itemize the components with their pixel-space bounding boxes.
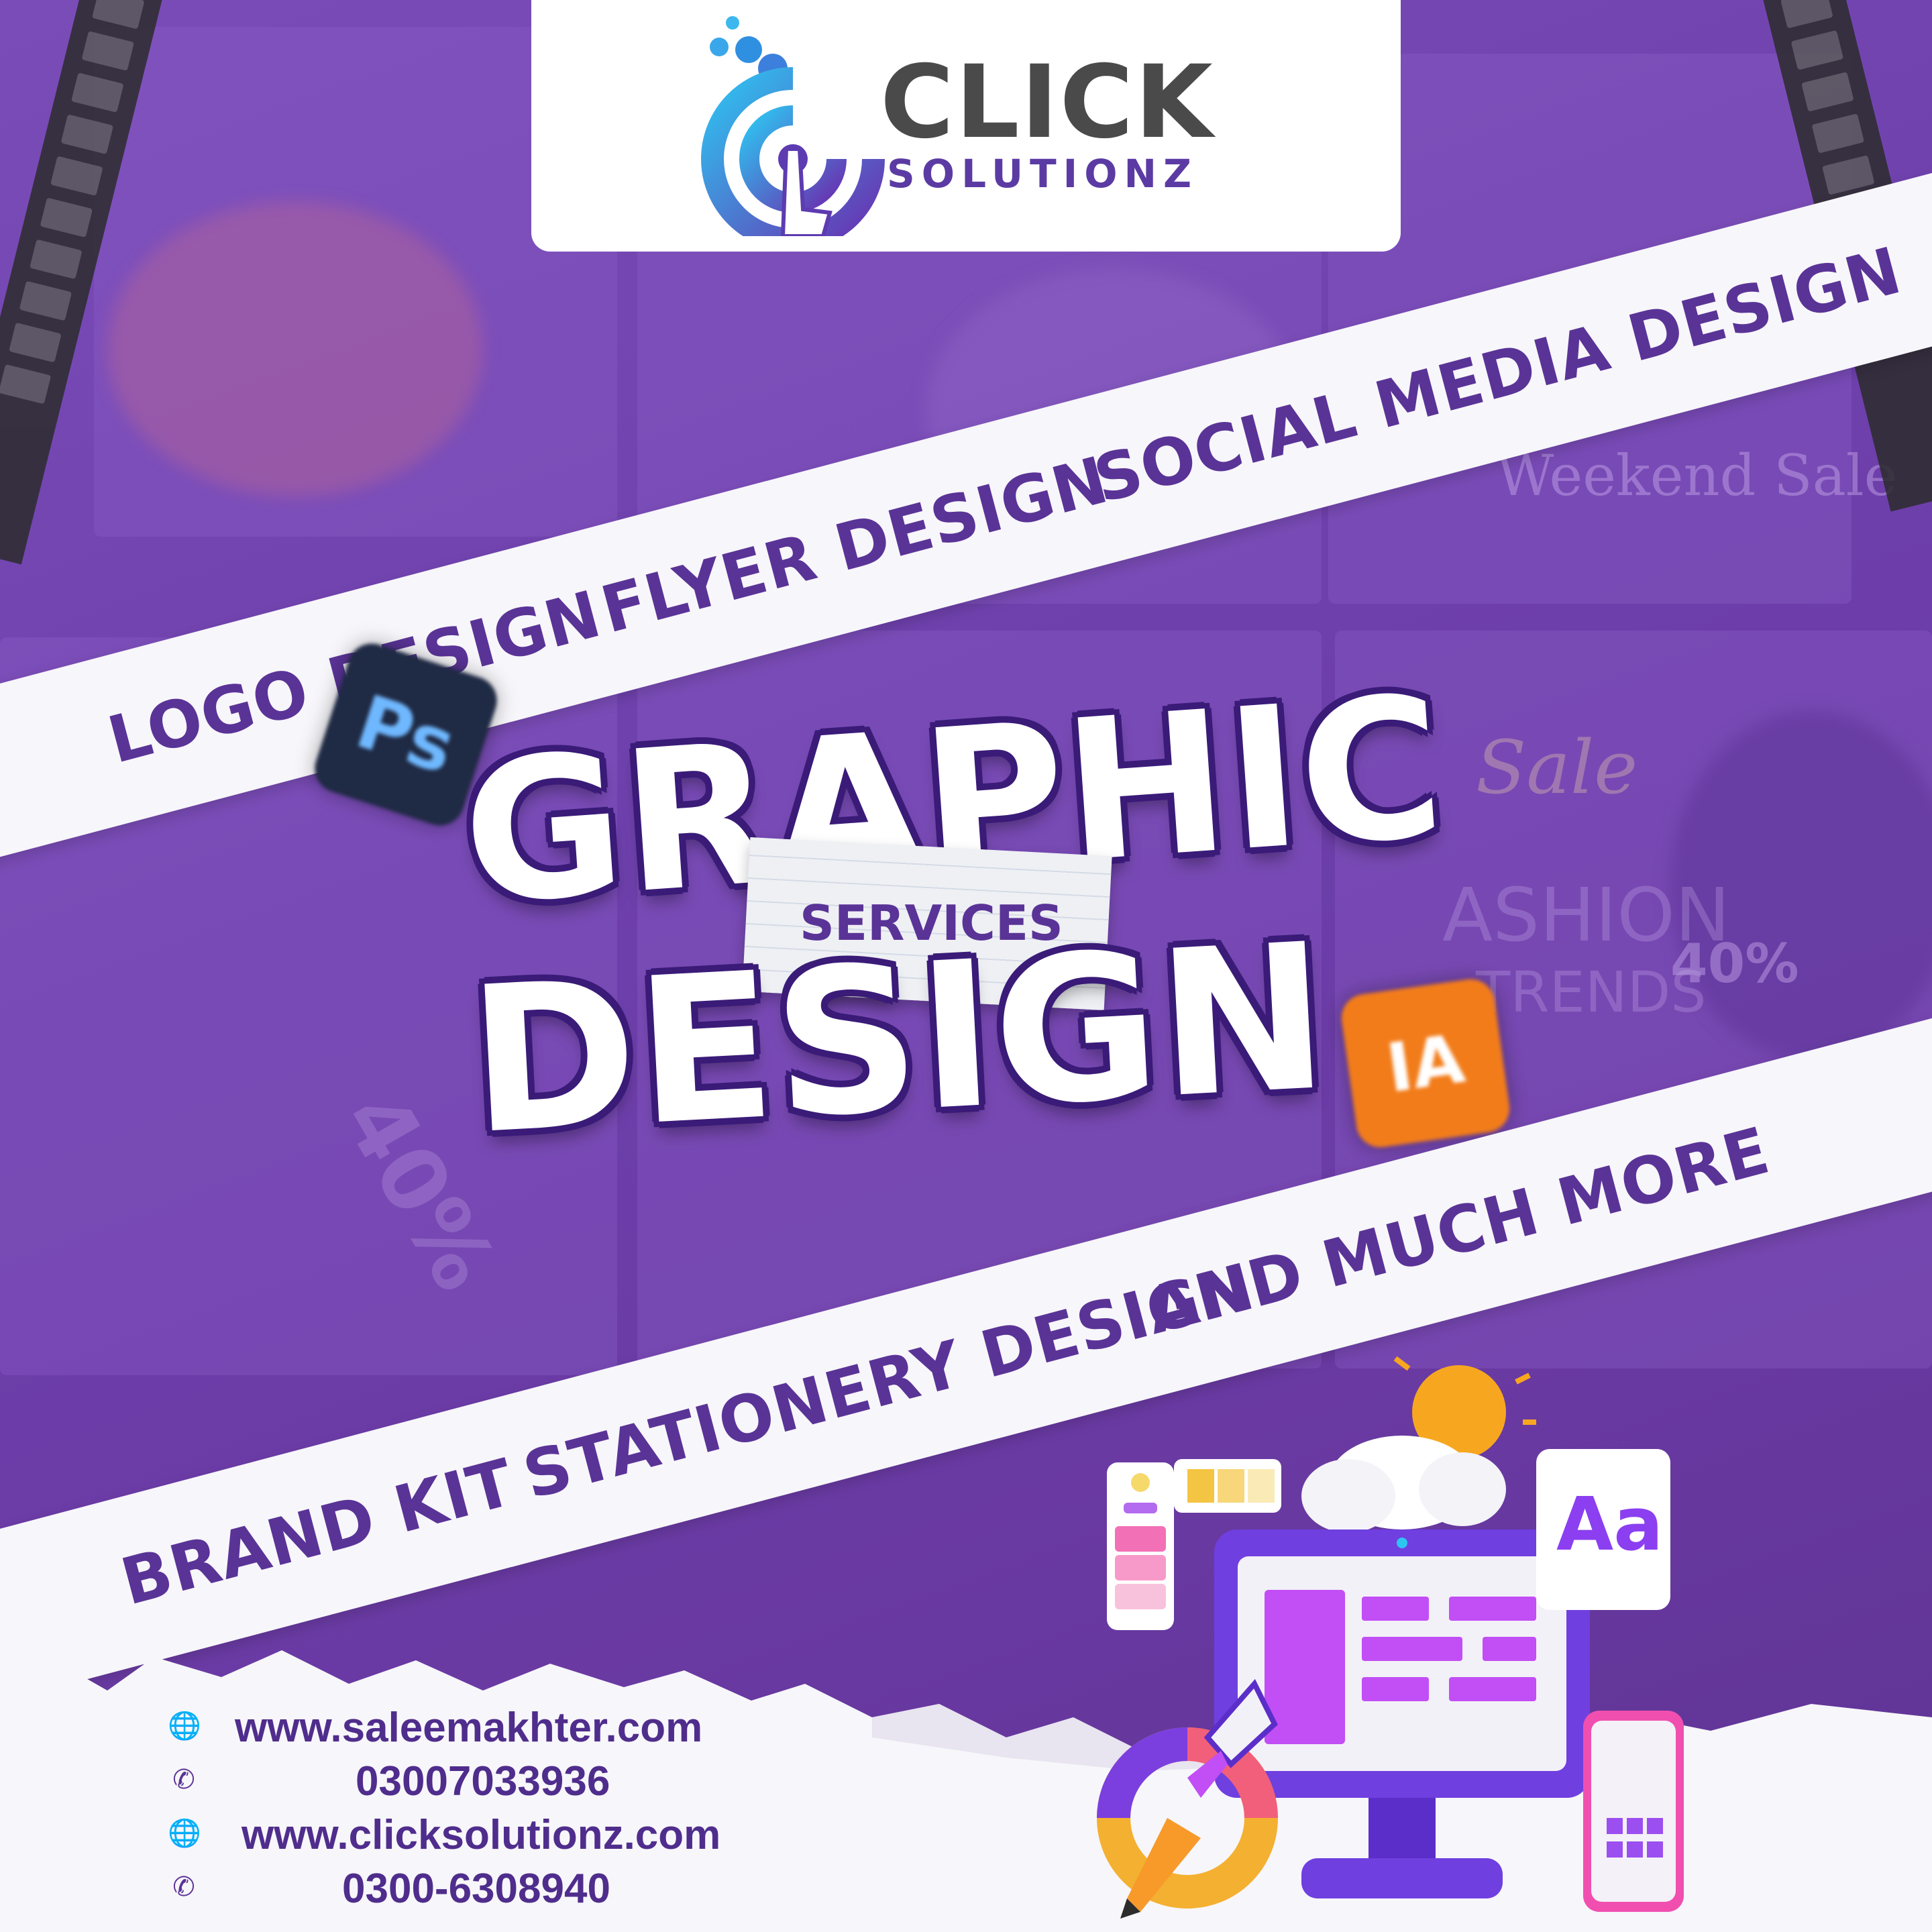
- contact-website-2: 🌐 www.clicksolutionz.com: [154, 1808, 825, 1862]
- globe-icon: 🌐: [168, 1711, 201, 1741]
- film-frame: [1822, 155, 1875, 195]
- film-frame: [1780, 0, 1833, 29]
- phone-icon: ✆: [172, 1872, 195, 1902]
- film-frame: [1811, 113, 1865, 154]
- bg-discount-right: 40%: [1670, 932, 1799, 995]
- bg-sale-text: Sale: [1476, 724, 1638, 810]
- brand-subname: SOLUTIONZ: [887, 151, 1199, 197]
- contact-website-1: 🌐 www.saleemakhter.com: [154, 1701, 825, 1754]
- film-frame: [9, 322, 62, 363]
- film-frame: [1790, 30, 1844, 70]
- font-card-label: Aa: [1556, 1481, 1663, 1567]
- font-card-icon: Aa: [1536, 1449, 1670, 1610]
- brand-name: CLICK: [880, 44, 1214, 161]
- services-tag: SERVICES: [800, 895, 1063, 951]
- globe-icon: 🌐: [168, 1818, 201, 1849]
- pen-tool-icon: [1097, 1678, 1278, 1919]
- collage-circle: [107, 201, 483, 496]
- website-2-link[interactable]: www.clicksolutionz.com: [241, 1815, 720, 1856]
- phone-icon: ✆: [172, 1764, 195, 1795]
- phone-2-text[interactable]: 0300-6308940: [342, 1868, 610, 1910]
- film-frame: [0, 364, 52, 405]
- illustrator-label: IA: [1382, 1019, 1469, 1108]
- design-illustration: Aa: [1097, 1356, 1684, 1919]
- contact-phone-1: ✆ 03007033936: [154, 1754, 825, 1808]
- smartphone-icon: [1583, 1711, 1684, 1912]
- contact-block: 🌐 www.saleemakhter.com ✆ 03007033936 🌐 w…: [154, 1701, 825, 1915]
- film-frame: [40, 197, 93, 238]
- film-frame: [60, 114, 114, 154]
- film-frame: [50, 156, 103, 197]
- film-frame: [92, 0, 145, 30]
- film-frame: [81, 31, 135, 71]
- logo-card: CLICK SOLUTIONZ: [531, 0, 1401, 252]
- film-frame: [30, 239, 83, 280]
- photoshop-label: Ps: [346, 678, 466, 791]
- phone-1-text[interactable]: 03007033936: [356, 1761, 610, 1803]
- click-logo-icon: [701, 16, 885, 236]
- contact-phone-2: ✆ 0300-6308940: [154, 1862, 825, 1915]
- headline-design: DESIGN: [464, 900, 1334, 1179]
- film-frame: [1801, 72, 1854, 112]
- bg-weekend-sale-text: Weekend Sale: [1496, 443, 1898, 508]
- website-1-link[interactable]: www.saleemakhter.com: [235, 1707, 702, 1749]
- film-frame: [71, 72, 124, 113]
- illustrator-icon: IA: [1338, 976, 1513, 1150]
- film-frame: [19, 280, 72, 321]
